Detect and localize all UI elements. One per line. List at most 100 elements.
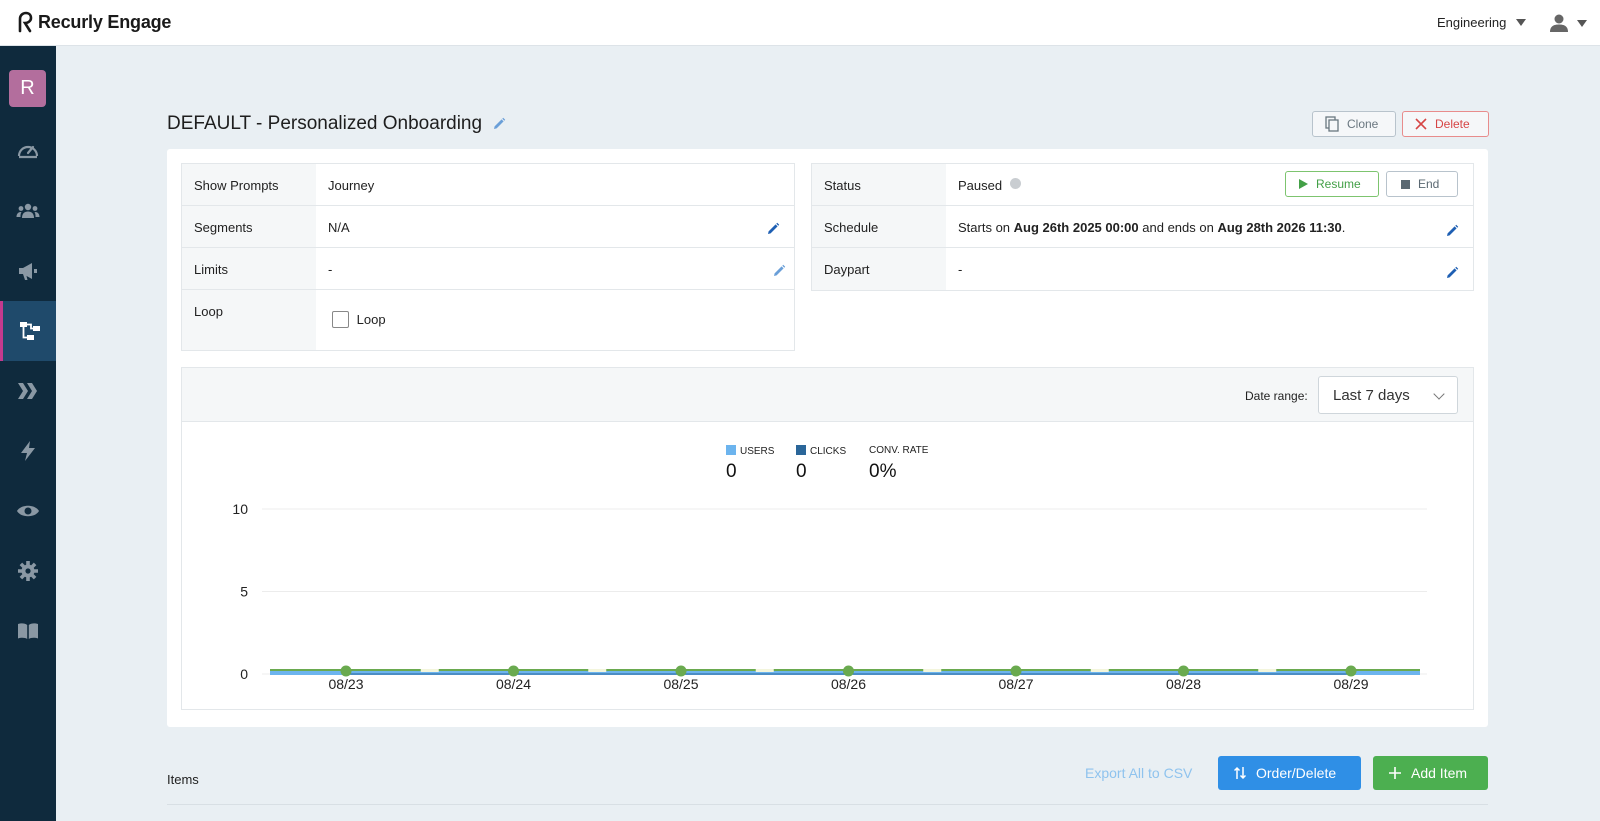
loop-checkbox[interactable]: [332, 311, 349, 329]
copy-icon: [1325, 116, 1339, 132]
order-delete-button[interactable]: Order/Delete: [1218, 756, 1361, 790]
x-tick-label: 08/28: [1166, 676, 1201, 692]
data-point: [675, 665, 687, 677]
sidebar-item-campaigns[interactable]: [0, 241, 56, 301]
users-icon: [16, 203, 40, 218]
daypart-value: -: [958, 262, 963, 277]
gear-icon: [18, 561, 38, 581]
journey-card: Show Prompts Journey Segments N/A Limits…: [167, 149, 1488, 727]
items-heading: Items: [167, 772, 199, 787]
schedule-end: Aug 28th 2026 11:30: [1217, 220, 1342, 235]
daypart-cell: -: [946, 248, 1473, 290]
caret-down-icon: [1516, 19, 1527, 26]
eye-icon: [17, 505, 39, 517]
top-bar: Recurly Engage Engineering: [0, 0, 1600, 46]
schedule-start: Aug 26th 2025 00:00: [1013, 220, 1139, 235]
sidebar-item-users[interactable]: [0, 181, 56, 241]
row-limits: Limits -: [182, 248, 794, 290]
org-selector[interactable]: Engineering: [1437, 15, 1527, 30]
account-avatar[interactable]: R: [9, 70, 46, 107]
segments-cell: N/A: [316, 206, 794, 247]
y-tick-label: 5: [240, 584, 248, 600]
sidebar-item-experiences[interactable]: [0, 361, 56, 421]
pencil-icon[interactable]: [1445, 224, 1459, 238]
sidebar-item-triggers[interactable]: [0, 421, 56, 481]
data-point: [843, 665, 854, 677]
journey-status-table: Status Paused Resume End Schedule Starts…: [811, 163, 1474, 291]
sidebar: R: [0, 46, 56, 821]
row-loop: Loop Loop: [182, 290, 794, 350]
pencil-icon[interactable]: [772, 264, 786, 278]
export-csv-link[interactable]: Export All to CSV: [1085, 765, 1192, 781]
sidebar-item-dashboard[interactable]: [0, 121, 56, 181]
user-icon: [1550, 14, 1568, 32]
delete-button[interactable]: Delete: [1402, 111, 1489, 137]
x-tick-label: 08/25: [663, 676, 698, 692]
x-tick-label: 08/29: [1333, 676, 1368, 692]
loop-checkbox-label[interactable]: Loop: [357, 312, 386, 327]
x-tick-label: 08/24: [496, 676, 531, 692]
sidebar-item-preview[interactable]: [0, 481, 56, 541]
series-gap-marker: [1090, 669, 1109, 672]
status-cell: Paused Resume End: [946, 164, 1473, 205]
y-tick-label: 0: [240, 666, 248, 682]
book-icon: [18, 623, 38, 639]
x-tick-label: 08/26: [831, 676, 866, 692]
limits-cell: -: [316, 248, 794, 289]
data-point: [1178, 665, 1189, 677]
resume-button[interactable]: Resume: [1285, 171, 1379, 197]
row-status: Status Paused Resume End: [812, 164, 1473, 206]
series-gap-marker: [755, 669, 774, 672]
segments-label: Segments: [182, 206, 316, 247]
pencil-icon[interactable]: [766, 222, 780, 236]
row-daypart: Daypart -: [812, 248, 1473, 290]
schedule-value: Starts on Aug 26th 2025 00:00 and ends o…: [946, 206, 1473, 247]
journey-title: DEFAULT - Personalized Onboarding: [167, 113, 483, 134]
megaphone-icon: [19, 263, 37, 280]
chevrons-icon: [18, 383, 37, 399]
status-label: Status: [812, 164, 946, 205]
app-logo[interactable]: Recurly Engage: [14, 11, 171, 33]
sidebar-item-settings[interactable]: [0, 541, 56, 601]
series-gap-marker: [588, 669, 607, 672]
series-gap-marker: [420, 669, 439, 672]
plus-icon: [1389, 767, 1401, 779]
pencil-icon[interactable]: [1445, 266, 1459, 280]
status-dot-icon: [1010, 178, 1022, 189]
org-name: Engineering: [1437, 15, 1507, 30]
row-segments: Segments N/A: [182, 206, 794, 248]
journey-settings-table: Show Prompts Journey Segments N/A Limits…: [181, 163, 795, 351]
close-icon: [1415, 118, 1427, 130]
user-menu[interactable]: [1549, 13, 1587, 33]
data-point: [508, 665, 519, 677]
sidebar-item-journeys[interactable]: [0, 301, 56, 361]
flow-icon: [19, 322, 40, 340]
clone-button[interactable]: Clone: [1312, 111, 1396, 137]
show-prompts-value: Journey: [328, 178, 375, 193]
status-value: Paused: [958, 178, 1003, 193]
x-tick-label: 08/23: [328, 676, 363, 692]
data-point: [1345, 665, 1357, 677]
loop-cell: Loop: [316, 290, 794, 350]
end-button[interactable]: End: [1386, 171, 1458, 197]
recurly-logo-icon: [18, 11, 33, 33]
journey-stats-panel: Date range: Last 7 days USERS CLICKS CON…: [181, 367, 1474, 710]
show-prompts-label: Show Prompts: [182, 164, 316, 205]
x-tick-label: 08/27: [998, 676, 1033, 692]
add-item-button[interactable]: Add Item: [1373, 756, 1488, 790]
page-title: DEFAULT - Personalized Onboarding: [167, 113, 506, 135]
row-schedule: Schedule Starts on Aug 26th 2025 00:00 a…: [812, 206, 1473, 248]
series-gap-marker: [1258, 669, 1277, 672]
loop-label: Loop: [182, 290, 316, 350]
play-icon: [1299, 179, 1308, 189]
stop-icon: [1401, 179, 1410, 189]
data-point: [340, 665, 352, 677]
speedometer-icon: [17, 145, 39, 159]
sidebar-item-docs[interactable]: [0, 601, 56, 661]
app-name: Recurly Engage: [38, 11, 172, 32]
limits-value: -: [328, 262, 333, 277]
segments-value: N/A: [328, 220, 350, 235]
items-divider: [167, 804, 1488, 805]
pencil-icon[interactable]: [492, 117, 506, 131]
journey-line-chart: 10 5 0 08/23 08/24 08/25 08/26 08/27 08/28 08/29: [232, 501, 1427, 692]
